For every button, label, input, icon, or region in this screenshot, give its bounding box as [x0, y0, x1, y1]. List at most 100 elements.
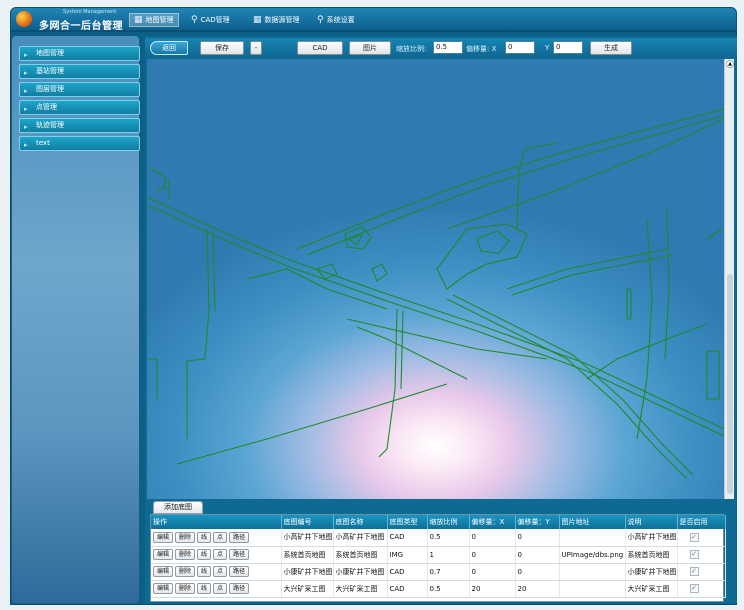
- offset-x-label: 偏移量: X: [466, 45, 497, 53]
- line-button[interactable]: 线: [197, 531, 212, 543]
- cell-y: 0: [515, 546, 560, 564]
- sidebar: ▸ 地图管理 ▸ 基站管理 ▸ 图层管理 ▸ 点管理 ▸ 轨迹管理 ▸ text: [12, 36, 140, 603]
- nav-label: 系统设置: [326, 16, 355, 24]
- cell-addr: [559, 580, 626, 598]
- table-row: 编辑 删除线点路径 小高矿井下地图 小高矿井下地图 CAD 0.5 0 0 小高矿井下地图 ✓: [151, 529, 726, 547]
- sidebar-item-label: 图层管理: [36, 85, 64, 93]
- path-button[interactable]: 路径: [229, 531, 250, 543]
- bullet-icon: ▸: [24, 141, 28, 149]
- point-button[interactable]: 点: [213, 549, 228, 560]
- point-button[interactable]: 点: [213, 531, 228, 543]
- edit-button[interactable]: 编辑: [153, 549, 174, 560]
- delete-button[interactable]: 删除: [175, 531, 196, 543]
- scale-input[interactable]: 0.5: [433, 41, 463, 54]
- cell-name: 小高矿井下地图: [333, 529, 388, 547]
- path-button[interactable]: 路径: [229, 566, 250, 577]
- cell-x: 0: [469, 546, 516, 564]
- bullet-icon: ▸: [24, 87, 28, 95]
- table-header-row: 操作 底图编号 底图名称 底图类型 缩放比例 偏移量：X 偏移量：Y 图片地址 …: [151, 515, 726, 529]
- edit-button[interactable]: 编辑: [153, 531, 174, 543]
- cell-code: 系统首页地图: [281, 546, 334, 564]
- column-header: 底图编号: [281, 515, 334, 529]
- save-button[interactable]: 保存: [200, 41, 244, 55]
- search-icon: ⚲: [317, 15, 324, 25]
- sidebar-item-text[interactable]: ▸ text: [19, 136, 140, 151]
- sidebar-item-label: 基站管理: [36, 67, 64, 75]
- point-button[interactable]: 点: [213, 583, 228, 594]
- cell-name: 系统首页地图: [333, 546, 388, 564]
- cell-addr: [559, 563, 626, 581]
- column-header: 缩放比例: [427, 515, 470, 529]
- nav-map[interactable]: ▦ 地图管理: [129, 13, 179, 27]
- point-button[interactable]: 点: [213, 566, 228, 577]
- cell-x: 0: [469, 529, 516, 547]
- cell-enabled: ✓: [677, 529, 726, 547]
- delete-button[interactable]: 删除: [175, 549, 196, 560]
- column-header: 偏移量：X: [469, 515, 516, 529]
- cell-addr: [559, 529, 626, 547]
- nav-datasource[interactable]: ▦ 数据源管理: [249, 13, 304, 27]
- sidebar-item-label: 轨迹管理: [36, 121, 64, 129]
- basemap-table: 操作 底图编号 底图名称 底图类型 缩放比例 偏移量：X 偏移量：Y 图片地址 …: [150, 514, 726, 602]
- cell-type: IMG: [387, 546, 428, 564]
- cell-code: 大兴矿采工图: [281, 580, 334, 598]
- column-header: 底图类型: [387, 515, 428, 529]
- cad-button[interactable]: CAD: [297, 41, 343, 55]
- edit-button[interactable]: 编辑: [153, 566, 174, 577]
- nav-label: 地图管理: [145, 16, 174, 24]
- sidebar-item-label: text: [36, 139, 50, 147]
- cell-scale: 0.7: [427, 563, 470, 581]
- grid-icon: ▦: [253, 15, 262, 25]
- row-actions: 编辑 删除线点路径: [151, 563, 282, 581]
- cell-name: 大兴矿采工图: [333, 580, 388, 598]
- back-button[interactable]: 返回: [150, 41, 188, 55]
- generate-button[interactable]: 生成: [590, 41, 632, 55]
- sidebar-item-layer[interactable]: ▸ 图层管理: [19, 82, 140, 97]
- table-row: 编辑 删除线点路径 系统首页地图 系统首页地图 IMG 1 0 0 UPImage/dbs.pn…: [151, 546, 726, 564]
- nav-cad[interactable]: ⚲ CAD管理: [187, 13, 234, 27]
- sidebar-item-point[interactable]: ▸ 点管理: [19, 100, 140, 115]
- enabled-checkbox[interactable]: ✓: [689, 584, 699, 593]
- delete-button[interactable]: 删除: [175, 566, 196, 577]
- cell-x: 20: [469, 580, 516, 598]
- scroll-thumb[interactable]: [727, 274, 733, 494]
- offset-x-input[interactable]: 0: [505, 41, 535, 54]
- vertical-scrollbar[interactable]: ▲: [724, 59, 734, 499]
- nav-settings[interactable]: ⚲ 系统设置: [313, 13, 359, 27]
- cell-y: 0: [515, 529, 560, 547]
- path-button[interactable]: 路径: [229, 549, 250, 560]
- edit-button[interactable]: 编辑: [153, 583, 174, 594]
- cell-code: 小康矿井下地图: [281, 563, 334, 581]
- line-button[interactable]: 线: [197, 549, 212, 560]
- row-actions: 编辑 删除线点路径: [151, 546, 282, 564]
- logo-icon: [16, 11, 32, 27]
- delete-button[interactable]: 删除: [175, 583, 196, 594]
- bullet-icon: ▸: [24, 123, 28, 131]
- path-button[interactable]: 路径: [229, 583, 250, 594]
- enabled-checkbox[interactable]: ✓: [689, 567, 699, 576]
- cell-scale: 1: [427, 546, 470, 564]
- sidebar-item-map[interactable]: ▸ 地图管理: [19, 46, 140, 61]
- title-bar: System Management 多网合一后台管理 ▦ 地图管理 ⚲ CAD管理 …: [10, 7, 737, 32]
- tab-add-basemap[interactable]: 添加底图: [153, 501, 203, 514]
- offset-y-input[interactable]: 0: [553, 41, 583, 54]
- line-button[interactable]: 线: [197, 566, 212, 577]
- nav-label: 数据源管理: [264, 16, 300, 24]
- image-button[interactable]: 图片: [349, 41, 391, 55]
- row-actions: 编辑 删除线点路径: [151, 529, 282, 547]
- sidebar-item-label: 点管理: [36, 103, 57, 111]
- enabled-checkbox[interactable]: ✓: [689, 532, 699, 542]
- column-header: 操作: [151, 515, 282, 529]
- sidebar-item-label: 地图管理: [36, 49, 64, 57]
- enabled-checkbox[interactable]: ✓: [689, 550, 699, 559]
- bullet-icon: ▸: [24, 105, 28, 113]
- scroll-up-icon[interactable]: ▲: [726, 60, 734, 68]
- cad-map-canvas[interactable]: [147, 59, 724, 499]
- minus-button[interactable]: -: [250, 41, 262, 55]
- line-button[interactable]: 线: [197, 583, 212, 594]
- sidebar-item-track[interactable]: ▸ 轨迹管理: [19, 118, 140, 133]
- bullet-icon: ▸: [24, 51, 28, 59]
- cell-code: 小高矿井下地图: [281, 529, 334, 547]
- sidebar-item-station[interactable]: ▸ 基站管理: [19, 64, 140, 79]
- app-window: System Management 多网合一后台管理 ▦ 地图管理 ⚲ CAD管理 …: [0, 0, 744, 610]
